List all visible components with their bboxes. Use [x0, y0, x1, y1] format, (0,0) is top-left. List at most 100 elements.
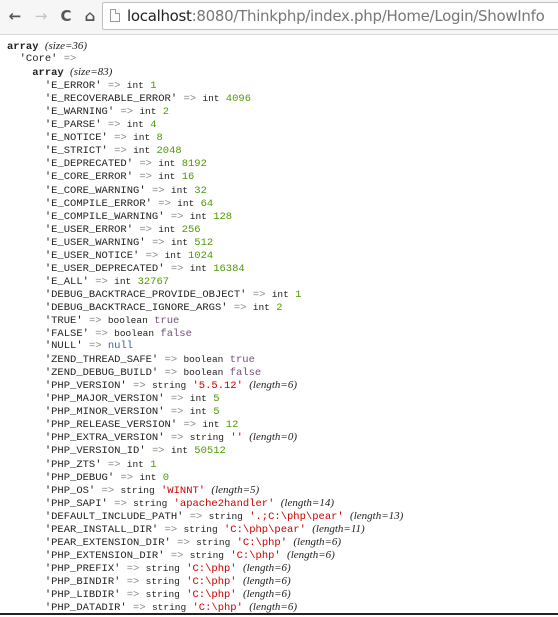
entry-type: int — [114, 275, 132, 287]
entry-key: 'E_COMPILE_WARNING' — [44, 210, 165, 223]
entry-arrow: => — [95, 275, 108, 288]
entry-type: int — [126, 80, 144, 92]
entry-length: (length=6) — [242, 561, 291, 574]
entry-value: 5 — [213, 406, 220, 419]
entry-type: int — [271, 288, 289, 300]
entry-length: (length=14) — [280, 496, 334, 509]
url-text[interactable]: localhost:8080/Thinkphp/index.php/Home/L… — [127, 7, 545, 25]
entry-value: 2 — [276, 301, 283, 314]
entry-arrow: => — [126, 575, 140, 588]
dump-entry: 'PHP_PREFIX' => string 'C:\php' (length=… — [7, 562, 558, 575]
entry-arrow: => — [151, 236, 165, 249]
entry-arrow: => — [120, 471, 134, 484]
dump-entry: 'DEBUG_BACKTRACE_PROVIDE_OBJECT' => int … — [7, 288, 558, 301]
dump-entry: 'DEBUG_BACKTRACE_IGNORE_ARGS' => int 2 — [7, 301, 558, 314]
entry-length: (length=11) — [312, 522, 365, 535]
entry-key: 'E_USER_DEPRECATED' — [44, 262, 165, 275]
entry-arrow: => — [177, 536, 190, 549]
dump-entry: 'E_STRICT' => int 2048 — [7, 144, 558, 157]
entry-value: '' — [230, 432, 243, 445]
entry-key: 'E_PARSE' — [44, 119, 102, 132]
dump-entry: 'E_NOTICE' => int 8 — [7, 131, 558, 144]
entry-arrow: => — [120, 106, 134, 119]
entry-key: 'PHP_PREFIX' — [44, 562, 121, 575]
entry-key: 'E_USER_ERROR' — [44, 223, 134, 236]
entry-type: int — [252, 301, 270, 313]
address-bar[interactable]: localhost:8080/Thinkphp/index.php/Home/L… — [102, 2, 558, 30]
entry-value: 512 — [194, 236, 214, 249]
entry-type: int — [133, 132, 151, 144]
entry-key: 'ZEND_DEBUG_BUILD' — [44, 367, 159, 380]
dump-entry: 'PHP_MINOR_VERSION' => int 5 — [7, 405, 558, 418]
entry-key: 'E_NOTICE' — [44, 132, 108, 145]
dump-entry: 'E_USER_WARNING' => int 512 — [7, 236, 558, 249]
entry-type: int — [126, 119, 144, 131]
entry-value: 1024 — [187, 249, 214, 262]
entry-value: 128 — [213, 210, 233, 223]
entry-value: 12 — [225, 419, 239, 432]
entry-value: 64 — [200, 197, 214, 210]
entry-type: boolean — [183, 354, 224, 366]
entry-value: 8192 — [181, 158, 207, 171]
entry-key: 'PHP_RELEASE_VERSION' — [44, 419, 178, 432]
entry-value: 'C:\php' — [186, 588, 237, 601]
dump-entry: 'E_COMPILE_ERROR' => int 64 — [7, 197, 558, 210]
entry-arrow: => — [145, 249, 159, 262]
section-key-line: 'Core' => — [7, 53, 558, 66]
entry-type: int — [189, 406, 207, 418]
dump-entry: 'E_USER_DEPRECATED' => int 16384 — [7, 262, 558, 275]
entry-value: 'C:\php' — [230, 549, 281, 562]
entry-value: 8 — [156, 132, 163, 145]
entry-type: boolean — [183, 367, 224, 379]
dump-entry: 'PEAR_EXTENSION_DIR' => string 'C:\php' … — [7, 536, 558, 549]
entry-arrow: => — [164, 354, 178, 367]
forward-button[interactable]: → — [32, 7, 50, 25]
entry-key: 'PHP_SAPI' — [44, 497, 108, 510]
root-size: (size=36) — [44, 40, 88, 52]
entry-key: 'PHP_MINOR_VERSION' — [44, 406, 165, 419]
reload-button[interactable]: C — [57, 7, 75, 25]
entry-type: int — [139, 106, 157, 118]
dump-entry: 'TRUE' => boolean true — [7, 314, 558, 327]
dump-entry: 'E_ERROR' => int 1 — [7, 79, 558, 92]
entry-length: (length=6) — [249, 601, 297, 614]
entry-length: (length=6) — [242, 574, 291, 587]
home-button[interactable]: ⌂ — [81, 7, 99, 25]
dump-entry: 'E_CORE_ERROR' => int 16 — [7, 170, 558, 183]
entry-value: 'apache2handler' — [173, 497, 275, 510]
dump-entry: 'FALSE' => boolean false — [7, 327, 558, 340]
browser-toolbar: ← → C ⌂ localhost:8080/Thinkphp/index.ph… — [0, 0, 558, 35]
entry-value: 'C:\php' — [186, 575, 237, 588]
entry-type: int — [158, 223, 176, 235]
back-button[interactable]: ← — [6, 7, 24, 25]
entry-key: 'PEAR_EXTENSION_DIR' — [44, 536, 171, 549]
dump-entry: 'PHP_MAJOR_VERSION' => int 5 — [7, 392, 558, 405]
entry-arrow: => — [164, 523, 178, 536]
entry-type: int — [133, 145, 151, 157]
section-arrow: => — [63, 53, 77, 66]
entry-arrow: => — [183, 419, 197, 432]
dump-entry: 'NULL' => null — [7, 340, 558, 353]
section-type: array — [32, 67, 64, 80]
entry-arrow: => — [158, 197, 171, 210]
entry-key: 'E_DEPRECATED' — [44, 158, 134, 171]
entry-arrow: => — [170, 393, 184, 406]
entry-key: 'DEBUG_BACKTRACE_PROVIDE_OBJECT' — [44, 288, 247, 301]
entry-type: string — [133, 497, 168, 509]
entry-value: 50512 — [194, 445, 226, 458]
entry-length: (length=0) — [249, 431, 297, 444]
entry-arrow: => — [101, 484, 115, 497]
entry-key: 'PHP_BINDIR' — [44, 575, 121, 588]
entry-type: string — [189, 432, 224, 444]
entry-list: 'E_ERROR' => int 1 'E_RECOVERABLE_ERROR'… — [7, 79, 558, 614]
forward-arrow-icon: → — [34, 7, 48, 25]
entry-arrow: => — [183, 93, 197, 106]
entry-key: 'ZEND_THREAD_SAFE' — [44, 354, 159, 367]
dump-entry: 'PHP_LIBDIR' => string 'C:\php' (length=… — [7, 588, 558, 601]
section-size: (size=83) — [70, 66, 113, 79]
entry-key: 'PHP_EXTENSION_DIR' — [44, 549, 165, 562]
dump-entry: 'PHP_EXTRA_VERSION' => string '' (length… — [7, 431, 558, 444]
entry-type: string — [120, 484, 155, 496]
entry-arrow: => — [95, 328, 108, 341]
entry-value: true — [229, 354, 255, 367]
